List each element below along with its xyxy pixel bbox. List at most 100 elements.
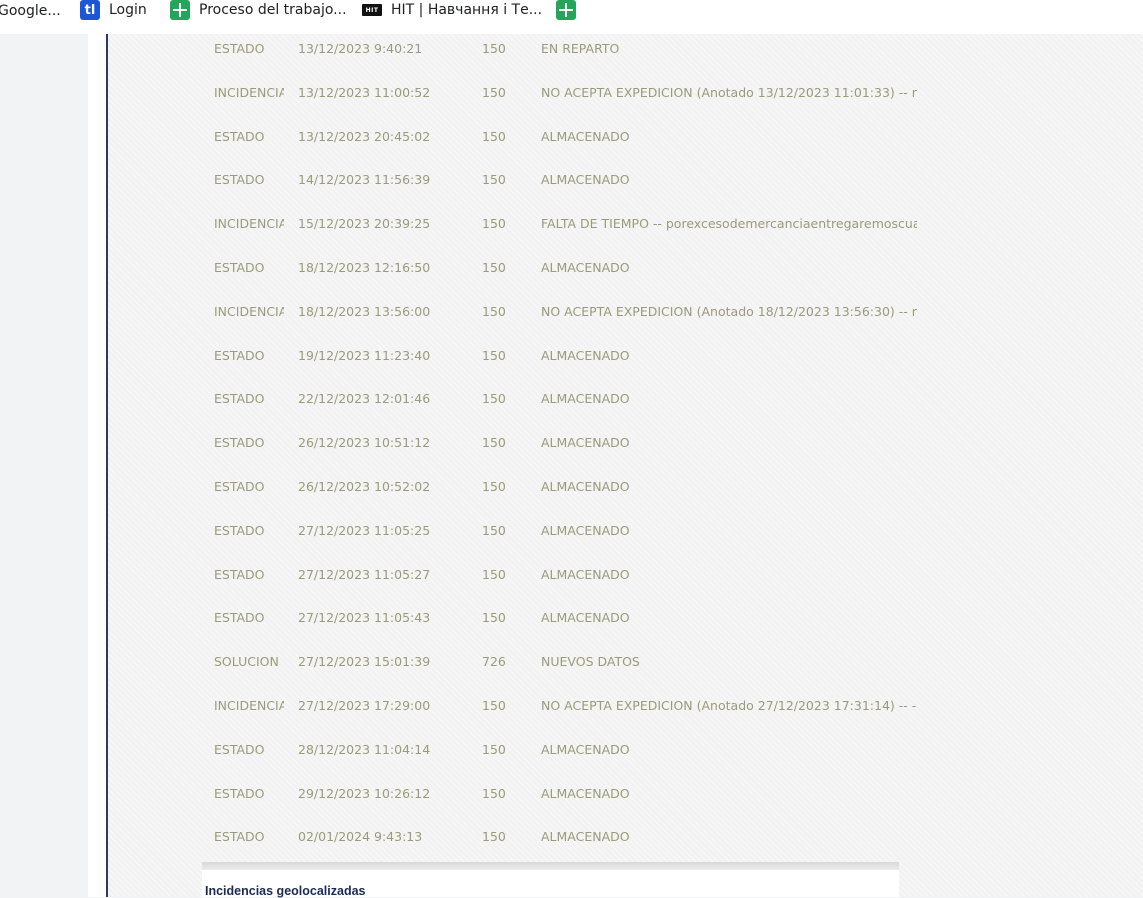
event-description: ALMACENADO <box>541 479 630 494</box>
event-description: ALMACENADO <box>541 260 630 275</box>
event-type: ESTADO <box>214 172 265 187</box>
table-row: ESTADO 29/12/2023 10:26:12 150 ALMACENADO <box>108 786 1143 806</box>
event-code: 150 <box>482 129 506 144</box>
table-row: INCIDENCIA 27/12/2023 17:29:00 150 NO ACEPT… <box>108 698 1143 718</box>
table-row: INCIDENCIA 18/12/2023 13:56:00 150 NO ACEPT… <box>108 304 1143 324</box>
event-date: 28/12/2023 11:04:14 <box>298 742 431 757</box>
geolocated-incidents-panel: Incidencias geolocalizadas <box>202 870 899 898</box>
event-description: FALTA DE TIEMPO -- porexcesodemercanciae… <box>541 216 917 231</box>
event-code: 150 <box>482 216 506 231</box>
table-row: ESTADO 22/12/2023 12:01:46 150 ALMACENADO <box>108 391 1143 411</box>
bookmark-google[interactable]: Google... <box>0 1 61 21</box>
event-description: ALMACENADO <box>541 742 630 757</box>
event-code: 726 <box>482 654 506 669</box>
bookmark-label: HIT | Навчання і Те... <box>391 2 543 18</box>
event-code: 150 <box>482 172 506 187</box>
event-type: ESTADO <box>214 610 265 625</box>
event-code: 150 <box>482 698 506 713</box>
event-description: EN REPARTO <box>541 41 620 56</box>
event-type: ESTADO <box>214 742 265 757</box>
event-type: ESTADO <box>214 348 265 363</box>
event-type: INCIDENCIA <box>214 85 284 100</box>
event-code: 150 <box>482 479 506 494</box>
event-date: 27/12/2023 11:05:25 <box>298 523 431 538</box>
event-type: ESTADO <box>214 129 265 144</box>
bookmark-login[interactable]: tl Login <box>80 0 147 20</box>
bookmark-label: Login <box>109 2 147 18</box>
panel-title: Incidencias geolocalizadas <box>205 884 366 898</box>
event-date: 29/12/2023 10:26:12 <box>298 786 431 801</box>
event-description: ALMACENADO <box>541 829 630 844</box>
tracking-content[interactable]: ESTADO 13/12/2023 9:40:21 150 EN REPARTO INC… <box>108 34 1143 898</box>
table-row: ESTADO 13/12/2023 20:45:02 150 ALMACENADO <box>108 129 1143 149</box>
event-date: 13/12/2023 11:00:52 <box>298 85 431 100</box>
event-type: ESTADO <box>214 479 265 494</box>
event-description: ALMACENADO <box>541 435 630 450</box>
table-row: ESTADO 18/12/2023 12:16:50 150 ALMACENADO <box>108 260 1143 280</box>
event-description: NO ACEPTA EXPEDICION (Anotado 27/12/2023… <box>541 698 917 713</box>
event-date: 14/12/2023 11:56:39 <box>298 172 431 187</box>
event-date: 13/12/2023 20:45:02 <box>298 129 431 144</box>
page-margin-strip <box>88 34 106 897</box>
table-row: ESTADO 02/01/2024 9:43:13 150 ALMACENADO <box>108 829 1143 849</box>
event-date: 15/12/2023 20:39:25 <box>298 216 431 231</box>
event-code: 150 <box>482 304 506 319</box>
event-type: INCIDENCIA <box>214 304 284 319</box>
event-type: ESTADO <box>214 391 265 406</box>
table-row: INCIDENCIA 13/12/2023 11:00:52 150 NO ACEPT… <box>108 85 1143 105</box>
bookmark-hit[interactable]: HIT HIT | Навчання і Те... <box>362 0 542 20</box>
event-type: ESTADO <box>214 829 265 844</box>
hit-logo-icon: HIT <box>362 4 382 16</box>
event-date: 18/12/2023 13:56:00 <box>298 304 431 319</box>
event-date: 19/12/2023 11:23:40 <box>298 348 431 363</box>
event-description: NUEVOS DATOS <box>541 654 640 669</box>
event-type: ESTADO <box>214 786 265 801</box>
green-plus-icon <box>556 0 576 20</box>
event-type: ESTADO <box>214 567 265 582</box>
event-date: 22/12/2023 12:01:46 <box>298 391 431 406</box>
bookmark-green-plus[interactable] <box>556 0 585 20</box>
event-date: 27/12/2023 17:29:00 <box>298 698 431 713</box>
bookmark-label: Google... <box>0 3 61 19</box>
event-code: 150 <box>482 610 506 625</box>
table-row: ESTADO 28/12/2023 11:04:14 150 ALMACENADO <box>108 742 1143 762</box>
event-code: 150 <box>482 348 506 363</box>
event-code: 150 <box>482 567 506 582</box>
event-date: 27/12/2023 15:01:39 <box>298 654 431 669</box>
table-row: ESTADO 13/12/2023 9:40:21 150 EN REPARTO <box>108 41 1143 61</box>
event-description: NO ACEPTA EXPEDICION (Anotado 13/12/2023… <box>541 85 917 100</box>
event-code: 150 <box>482 786 506 801</box>
event-description: ALMACENADO <box>541 391 630 406</box>
green-plus-icon <box>170 0 190 20</box>
event-code: 150 <box>482 435 506 450</box>
event-date: 18/12/2023 12:16:50 <box>298 260 431 275</box>
event-code: 150 <box>482 523 506 538</box>
event-description: ALMACENADO <box>541 523 630 538</box>
event-description: ALMACENADO <box>541 786 630 801</box>
bookmarks-bar: Google... tl Login Proceso del trabajo..… <box>0 0 1143 34</box>
event-description: ALMACENADO <box>541 348 630 363</box>
event-date: 26/12/2023 10:51:12 <box>298 435 431 450</box>
page-margin-left <box>0 34 88 897</box>
event-type: ESTADO <box>214 260 265 275</box>
table-row: ESTADO 27/12/2023 11:05:27 150 ALMACENADO <box>108 567 1143 587</box>
bookmark-proceso-del-trabajo[interactable]: Proceso del trabajo... <box>170 0 347 20</box>
event-code: 150 <box>482 41 506 56</box>
event-code: 150 <box>482 829 506 844</box>
event-date: 13/12/2023 9:40:21 <box>298 41 423 56</box>
event-date: 26/12/2023 10:52:02 <box>298 479 431 494</box>
table-row: ESTADO 27/12/2023 11:05:43 150 ALMACENADO <box>108 610 1143 630</box>
event-description: ALMACENADO <box>541 610 630 625</box>
table-row: ESTADO 26/12/2023 10:51:12 150 ALMACENADO <box>108 435 1143 455</box>
event-type: INCIDENCIA <box>214 216 284 231</box>
event-code: 150 <box>482 260 506 275</box>
event-type: ESTADO <box>214 435 265 450</box>
event-date: 02/01/2024 9:43:13 <box>298 829 423 844</box>
event-type: SOLUCION <box>214 654 279 669</box>
event-date: 27/12/2023 11:05:43 <box>298 610 431 625</box>
event-description: ALMACENADO <box>541 172 630 187</box>
table-row: ESTADO 14/12/2023 11:56:39 150 ALMACENADO <box>108 172 1143 192</box>
table-row: ESTADO 27/12/2023 11:05:25 150 ALMACENADO <box>108 523 1143 543</box>
event-code: 150 <box>482 85 506 100</box>
event-type: INCIDENCIA <box>214 698 284 713</box>
